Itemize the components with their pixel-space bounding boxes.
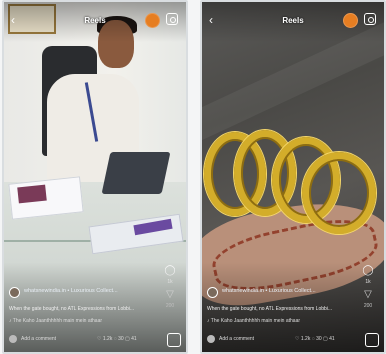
caption: When the gate bought, no ATL Expressions…	[207, 306, 333, 312]
reel-panel-left[interactable]: ‹ Reels ◯ 1k ▽ 200 whatsnewindia.in • Lu…	[2, 0, 188, 354]
comment-bar[interactable]: Add a comment ♡ 1.2k ◌ 30 ▢ 41	[9, 334, 159, 346]
reel-panel-right[interactable]: ‹ Reels ◯ 1k ▽ 200 whatsnewindia.in • Lu…	[200, 0, 386, 354]
top-bar: ‹ Reels	[202, 2, 384, 42]
comment-placeholder[interactable]: Add a comment	[21, 336, 56, 342]
comment-avatar-icon	[9, 335, 17, 343]
comment-avatar-icon	[207, 335, 215, 343]
document-image	[17, 184, 47, 204]
music-label[interactable]: ♪ The Kaho Jaanthhhhh main mein athaar	[207, 318, 300, 324]
avatar[interactable]	[9, 287, 20, 298]
comment-bar[interactable]: Add a comment ♡ 1.2k ◌ 30 ▢ 41	[207, 334, 357, 346]
author-name[interactable]: whatsnewindia.in • Luxurious Collect...	[24, 288, 118, 294]
top-bar: ‹ Reels	[4, 2, 186, 42]
bangle	[302, 152, 376, 234]
author-name[interactable]: whatsnewindia.in • Luxurious Collect...	[222, 288, 316, 294]
author-row[interactable]: whatsnewindia.in • Luxurious Collect...	[9, 287, 179, 299]
profile-icon[interactable]	[343, 13, 358, 28]
laptop	[101, 152, 171, 194]
caption: When the gate bought, no ATL Expressions…	[9, 306, 135, 312]
engagement-stats: ♡ 1.2k ◌ 30 ▢ 41	[295, 336, 335, 342]
external-share-icon[interactable]	[167, 333, 181, 347]
avatar[interactable]	[207, 287, 218, 298]
comment-placeholder[interactable]: Add a comment	[219, 336, 254, 342]
author-row[interactable]: whatsnewindia.in • Luxurious Collect...	[207, 287, 377, 299]
camera-icon[interactable]	[166, 13, 178, 25]
music-label[interactable]: ♪ The Kaho Jaanthhhhh main mein athaar	[9, 318, 102, 324]
engagement-stats: ♡ 1.2k ◌ 30 ▢ 41	[97, 336, 137, 342]
profile-icon[interactable]	[145, 13, 160, 28]
external-share-icon[interactable]	[365, 333, 379, 347]
camera-icon[interactable]	[364, 13, 376, 25]
